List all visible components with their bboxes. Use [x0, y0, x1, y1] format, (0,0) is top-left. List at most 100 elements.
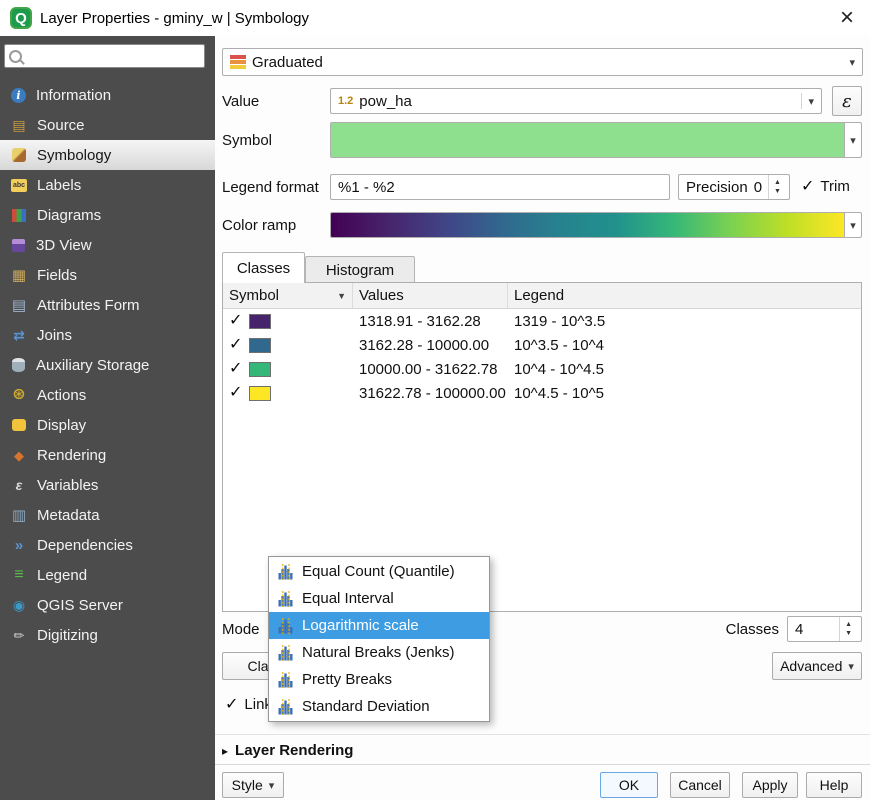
dropdown-arrow-icon: ▾ — [808, 95, 814, 108]
histogram-icon — [278, 618, 294, 634]
collapse-arrow-icon: ▸ — [222, 744, 228, 758]
trim-checkbox[interactable]: ✓ Trim — [801, 178, 850, 195]
sidebar-item-3d-view[interactable]: 3D View — [0, 230, 215, 260]
tab-classes[interactable]: Classes — [222, 252, 305, 283]
class-color-swatch[interactable] — [249, 314, 271, 329]
sidebar-item-display[interactable]: Display — [0, 410, 215, 440]
class-legend[interactable]: 10^4.5 - 10^5 — [514, 385, 604, 402]
class-values[interactable]: 3162.28 - 10000.00 — [359, 337, 489, 354]
class-values[interactable]: 31622.78 - 100000.00 — [359, 385, 506, 402]
layer-rendering-section-header[interactable]: ▸ Layer Rendering — [222, 742, 353, 759]
class-legend[interactable]: 1319 - 10^3.5 — [514, 313, 605, 330]
sidebar-item-joins[interactable]: Joins — [0, 320, 215, 350]
spinner-buttons[interactable]: ▲ ▼ — [768, 175, 783, 199]
menu-item-logarithmic-scale[interactable]: Logarithmic scale — [269, 612, 489, 639]
class-legend[interactable]: 10^3.5 - 10^4 — [514, 337, 604, 354]
symbol-button[interactable]: ▾ — [330, 122, 862, 158]
row-checkbox[interactable]: ✓ — [229, 361, 242, 377]
sidebar-search[interactable] — [4, 44, 205, 68]
sidebar-item-metadata[interactable]: Metadata — [0, 500, 215, 530]
menu-item-natural-breaks[interactable]: Natural Breaks (Jenks) — [269, 639, 489, 666]
close-icon[interactable]: × — [840, 0, 854, 36]
menu-item-label: Logarithmic scale — [302, 617, 419, 634]
diagrams-icon — [12, 209, 26, 222]
legend-format-input[interactable]: %1 - %2 — [338, 179, 395, 196]
renderer-select[interactable]: Graduated ▾ — [222, 48, 863, 76]
sidebar-item-source[interactable]: Source — [0, 110, 215, 140]
spin-up-icon[interactable]: ▲ — [774, 179, 781, 186]
table-header-row: Symbol ▼ Values Legend — [223, 283, 861, 309]
color-ramp-button[interactable]: ▾ — [330, 212, 862, 238]
ok-label: OK — [619, 777, 639, 793]
color-ramp-gradient[interactable] — [331, 213, 844, 237]
column-header-legend[interactable]: Legend — [508, 283, 861, 308]
sidebar-item-information[interactable]: Information — [0, 80, 215, 110]
class-color-swatch[interactable] — [249, 386, 271, 401]
legend-format-wrap: %1 - %2 — [330, 174, 670, 200]
table-row[interactable]: ✓ 3162.28 - 10000.00 10^3.5 - 10^4 — [223, 333, 861, 357]
table-row[interactable]: ✓ 1318.91 - 3162.28 1319 - 10^3.5 — [223, 309, 861, 333]
column-header-label: Symbol — [229, 287, 279, 304]
symbol-dropdown-arrow-icon[interactable]: ▾ — [845, 123, 861, 157]
column-header-symbol[interactable]: Symbol ▼ — [223, 283, 353, 308]
row-checkbox[interactable]: ✓ — [229, 337, 242, 353]
column-header-values[interactable]: Values — [353, 283, 508, 308]
legend-icon — [10, 567, 28, 584]
apply-button[interactable]: Apply — [742, 772, 798, 798]
sidebar-item-legend[interactable]: Legend — [0, 560, 215, 590]
sidebar-item-label: Labels — [37, 177, 81, 194]
sidebar-item-labels[interactable]: Labels — [0, 170, 215, 200]
classes-spinner[interactable]: 4 ▲ ▼ — [787, 616, 862, 642]
checkbox-check-icon: ✓ — [801, 179, 814, 195]
menu-item-standard-deviation[interactable]: Standard Deviation — [269, 693, 489, 720]
source-icon — [10, 117, 28, 134]
spin-up-icon[interactable]: ▲ — [845, 621, 852, 628]
class-color-swatch[interactable] — [249, 362, 271, 377]
style-button[interactable]: Style ▾ — [222, 772, 284, 798]
class-values[interactable]: 10000.00 - 31622.78 — [359, 361, 497, 378]
row-checkbox[interactable]: ✓ — [229, 385, 242, 401]
class-legend[interactable]: 10^4 - 10^4.5 — [514, 361, 604, 378]
sidebar-item-dependencies[interactable]: Dependencies — [0, 530, 215, 560]
table-row[interactable]: ✓ 31622.78 - 100000.00 10^4.5 - 10^5 — [223, 381, 861, 405]
classes-spin-value: 4 — [795, 621, 803, 638]
menu-item-equal-count[interactable]: Equal Count (Quantile) — [269, 558, 489, 585]
class-color-swatch[interactable] — [249, 338, 271, 353]
expression-builder-button[interactable]: ε — [832, 86, 862, 116]
class-values[interactable]: 1318.91 - 3162.28 — [359, 313, 481, 330]
symbol-column-menu-icon[interactable]: ▼ — [337, 291, 346, 301]
sidebar-search-input[interactable] — [26, 47, 200, 66]
value-field-select[interactable]: 1.2 pow_ha ▾ — [330, 88, 822, 114]
row-checkbox[interactable]: ✓ — [229, 313, 242, 329]
advanced-button[interactable]: Advanced ▾ — [772, 652, 862, 680]
ok-button[interactable]: OK — [600, 772, 658, 798]
sidebar-item-label: Source — [37, 117, 85, 134]
spin-down-icon[interactable]: ▼ — [774, 188, 781, 195]
sidebar-item-label: 3D View — [36, 237, 92, 254]
cancel-button[interactable]: Cancel — [670, 772, 730, 798]
precision-spinner[interactable]: Precision 0 ▲ ▼ — [678, 174, 790, 200]
spinner-buttons[interactable]: ▲ ▼ — [839, 617, 854, 641]
menu-item-equal-interval[interactable]: Equal Interval — [269, 585, 489, 612]
menu-item-pretty-breaks[interactable]: Pretty Breaks — [269, 666, 489, 693]
sidebar-item-attributes-form[interactable]: Attributes Form — [0, 290, 215, 320]
sidebar-item-rendering[interactable]: Rendering — [0, 440, 215, 470]
classes-spin-label: Classes — [715, 621, 779, 638]
sidebar-item-digitizing[interactable]: Digitizing — [0, 620, 215, 650]
sidebar-item-variables[interactable]: Variables — [0, 470, 215, 500]
symbol-preview[interactable] — [331, 123, 845, 157]
table-row[interactable]: ✓ 10000.00 - 31622.78 10^4 - 10^4.5 — [223, 357, 861, 381]
sidebar-item-diagrams[interactable]: Diagrams — [0, 200, 215, 230]
sidebar-item-fields[interactable]: Fields — [0, 260, 215, 290]
sidebar-item-label: Metadata — [37, 507, 100, 524]
window-title: Layer Properties - gminy_w | Symbology — [40, 10, 309, 27]
sidebar-item-auxiliary-storage[interactable]: Auxiliary Storage — [0, 350, 215, 380]
tab-histogram[interactable]: Histogram — [305, 256, 415, 283]
sidebar-item-qgis-server[interactable]: QGIS Server — [0, 590, 215, 620]
color-ramp-dropdown-arrow-icon[interactable]: ▾ — [844, 213, 861, 237]
spin-down-icon[interactable]: ▼ — [845, 630, 852, 637]
help-button[interactable]: Help — [806, 772, 862, 798]
sidebar-item-symbology[interactable]: Symbology — [0, 140, 215, 170]
sidebar-item-actions[interactable]: Actions — [0, 380, 215, 410]
histogram-icon — [278, 591, 294, 607]
